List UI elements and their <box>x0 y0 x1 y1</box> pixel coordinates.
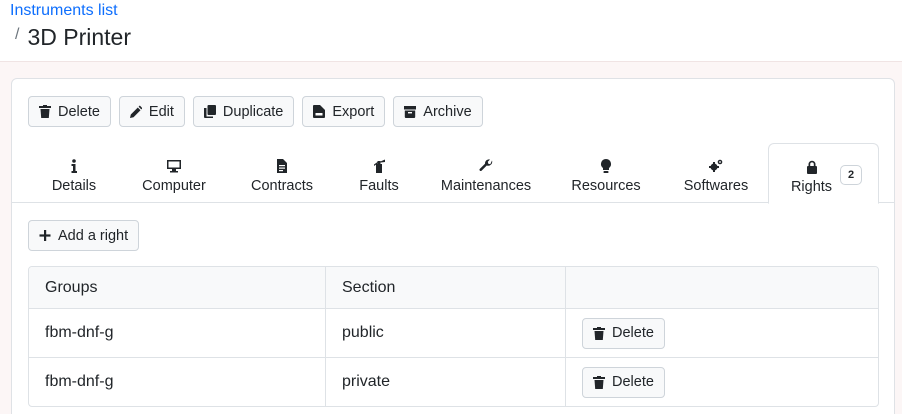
fire-extinguisher-icon <box>374 159 385 173</box>
breadcrumb-instruments-link[interactable]: Instruments list <box>10 2 118 20</box>
delete-right-button-label: Delete <box>612 325 654 341</box>
file-contract-icon <box>277 159 287 173</box>
column-header-actions <box>566 267 878 308</box>
pencil-icon <box>129 105 142 118</box>
action-toolbar: Delete Edit Duplicate Export Archive <box>28 96 483 127</box>
add-right-button[interactable]: Add a right <box>28 220 140 251</box>
table-header-row: Groups Section <box>29 267 878 308</box>
delete-right-button[interactable]: Delete <box>582 366 665 398</box>
monitor-icon <box>167 160 181 173</box>
trash-icon <box>593 375 605 389</box>
archive-box-icon <box>404 106 417 118</box>
instrument-tabs: Details Computer Contracts Faults Mainte… <box>12 143 894 204</box>
column-header-section: Section <box>326 267 566 308</box>
plus-icon <box>39 230 51 241</box>
group-cell: fbm-dnf-g <box>29 309 326 357</box>
tab-rights-label: Rights <box>790 179 833 195</box>
duplicate-button-label: Duplicate <box>222 103 284 120</box>
rights-count-badge: 2 <box>840 165 862 185</box>
table-row: fbm-dnf-g public Delete <box>29 308 878 357</box>
tab-softwares-label: Softwares <box>683 178 749 194</box>
edit-button-label: Edit <box>148 103 174 120</box>
tab-computer-label: Computer <box>142 178 206 194</box>
table-row: fbm-dnf-g private Delete <box>29 357 878 406</box>
actions-cell: Delete <box>566 309 878 357</box>
tab-contracts-label: Contracts <box>250 178 314 194</box>
delete-button[interactable]: Delete <box>28 96 111 127</box>
delete-right-button-label: Delete <box>612 374 654 390</box>
delete-button-label: Delete <box>58 103 100 120</box>
lock-icon <box>806 160 817 174</box>
gears-icon <box>709 159 723 172</box>
info-icon <box>71 159 77 173</box>
delete-right-button[interactable]: Delete <box>582 317 665 349</box>
archive-button-label: Archive <box>423 103 472 120</box>
file-export-icon <box>313 105 326 118</box>
tab-maintenances-label: Maintenances <box>440 178 532 194</box>
instrument-card: Delete Edit Duplicate Export Archive Det… <box>11 78 895 414</box>
trash-icon <box>593 326 605 340</box>
export-button-label: Export <box>332 103 375 120</box>
tab-softwares[interactable]: Softwares <box>672 149 760 203</box>
section-cell: public <box>326 309 566 357</box>
copy-icon <box>203 105 216 118</box>
tab-details[interactable]: Details <box>28 149 120 203</box>
tab-faults[interactable]: Faults <box>334 149 424 203</box>
tab-maintenances[interactable]: Maintenances <box>432 149 540 203</box>
group-cell: fbm-dnf-g <box>29 358 326 406</box>
edit-button[interactable]: Edit <box>118 96 185 127</box>
export-button[interactable]: Export <box>302 96 386 127</box>
lightbulb-icon <box>601 159 611 173</box>
actions-cell: Delete <box>566 358 878 406</box>
duplicate-button[interactable]: Duplicate <box>192 96 295 127</box>
breadcrumb-separator: / <box>15 26 20 43</box>
tab-resources-label: Resources <box>571 178 641 194</box>
breadcrumb: / 3D Printer <box>15 24 131 51</box>
add-right-button-label: Add a right <box>58 227 129 244</box>
section-cell: private <box>326 358 566 406</box>
wrench-icon <box>479 159 493 172</box>
tab-computer[interactable]: Computer <box>124 149 224 203</box>
tab-contracts[interactable]: Contracts <box>236 149 328 203</box>
tab-resources[interactable]: Resources <box>560 149 652 203</box>
tab-faults-label: Faults <box>359 178 399 194</box>
trash-icon <box>39 105 51 118</box>
page-title: 3D Printer <box>27 24 131 50</box>
tab-details-label: Details <box>51 178 97 194</box>
tab-rights[interactable]: Rights 2 <box>768 143 879 204</box>
rights-table: Groups Section fbm-dnf-g public Delete f… <box>28 266 879 407</box>
column-header-groups: Groups <box>29 267 326 308</box>
archive-button[interactable]: Archive <box>393 96 483 127</box>
